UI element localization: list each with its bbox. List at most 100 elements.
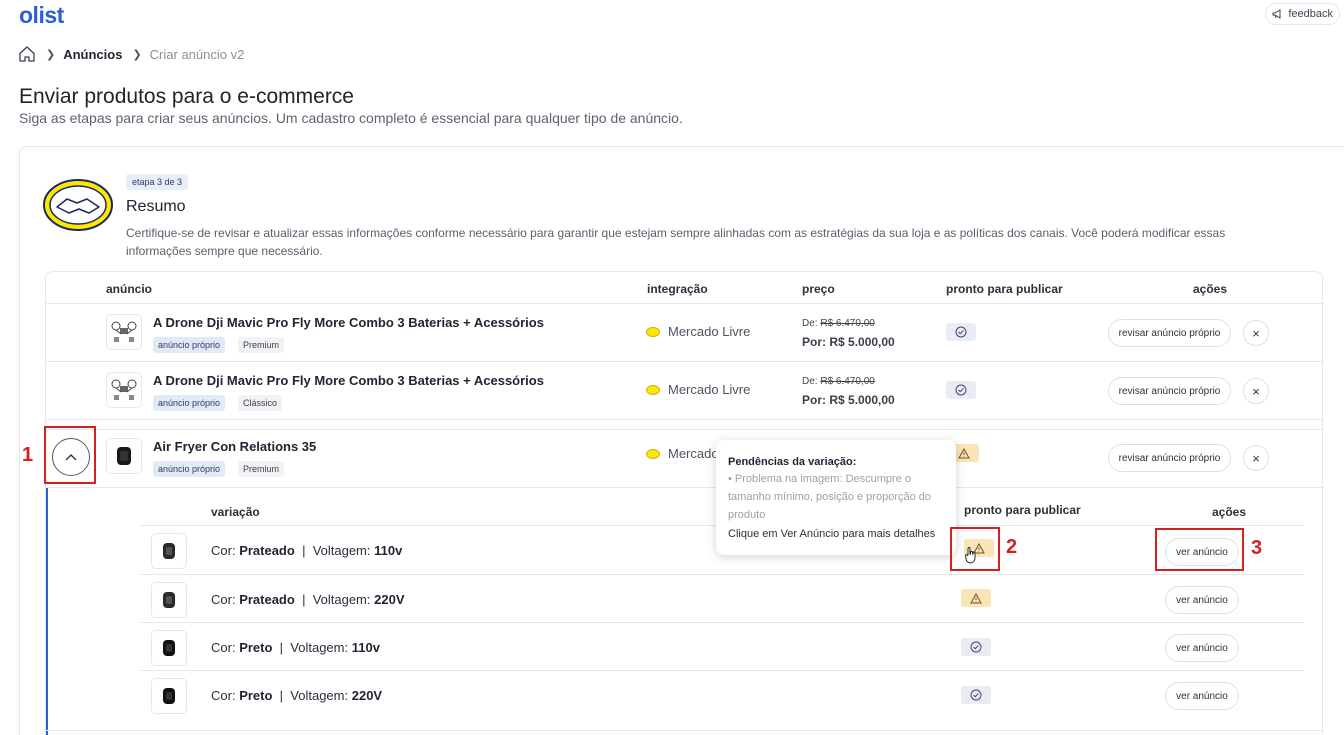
- price-current: Por: R$ 5.000,00: [802, 335, 895, 349]
- step-title: Resumo: [126, 198, 186, 215]
- variation-attributes: Cor: Prateado | Voltagem: 220V: [211, 592, 405, 607]
- air-fryer-icon: [117, 447, 131, 465]
- step-description: Certifique-se de revisar e atualizar ess…: [126, 226, 1226, 258]
- integration: Mercado Livre: [646, 382, 750, 397]
- annotation-number-3: 3: [1251, 537, 1263, 559]
- header-preco: preço: [802, 282, 835, 296]
- chevron-right-icon: ❯: [132, 48, 142, 61]
- header-var-pronto: pronto para publicar: [964, 503, 1081, 517]
- check-circle-icon: [955, 326, 967, 338]
- table-row: A Drone Dji Mavic Pro Fly More Combo 3 B…: [46, 362, 1324, 420]
- home-icon[interactable]: [18, 45, 36, 63]
- view-listing-button[interactable]: ver anúncio: [1165, 682, 1239, 710]
- mercado-livre-icon: [646, 448, 660, 459]
- view-listing-button[interactable]: ver anúncio: [1165, 634, 1239, 662]
- revise-listing-button[interactable]: revisar anúncio próprio: [1108, 377, 1231, 405]
- tag-listing-type: Premium: [238, 461, 285, 477]
- megaphone-icon: [1272, 9, 1281, 19]
- breadcrumb-criar-anuncio: Criar anúncio v2: [149, 46, 245, 62]
- header-var-acoes: ações: [1212, 505, 1247, 519]
- divider: [46, 730, 1324, 731]
- product-name: Air Fryer Con Relations 35: [153, 439, 317, 454]
- check-circle-icon: [970, 641, 982, 653]
- tag-anuncio-proprio: anúncio próprio: [153, 337, 226, 353]
- product-name: A Drone Dji Mavic Pro Fly More Combo 3 B…: [153, 315, 544, 330]
- drone-icon: [111, 379, 137, 400]
- variation-attributes: Cor: Preto | Voltagem: 220V: [211, 688, 383, 703]
- feedback-label: feedback: [1288, 8, 1333, 20]
- chevron-right-icon: ❯: [46, 48, 56, 61]
- tag-anuncio-proprio: anúncio próprio: [153, 395, 226, 411]
- remove-button[interactable]: ×: [1243, 445, 1269, 471]
- variation-thumbnail: [151, 630, 187, 666]
- variation-attributes: Cor: Preto | Voltagem: 110v: [211, 640, 380, 655]
- divider: [139, 574, 1304, 575]
- tag-listing-type: Premium: [238, 337, 285, 353]
- variation-status-pending[interactable]: [961, 589, 991, 607]
- mercado-livre-icon: [646, 326, 660, 337]
- mercado-livre-icon: [646, 384, 660, 395]
- price-original: De: R$ 6.470,00: [802, 376, 875, 387]
- variation-thumbnail: [151, 582, 187, 618]
- header-acoes: ações: [1193, 282, 1228, 296]
- divider: [46, 487, 1324, 488]
- drone-icon: [111, 321, 137, 342]
- table-row-expanded: Air Fryer Con Relations 35 anúncio própr…: [46, 430, 1324, 488]
- close-icon: ×: [1252, 383, 1260, 399]
- air-fryer-icon: [163, 688, 175, 704]
- header-anuncio: anúncio: [106, 282, 153, 296]
- air-fryer-icon: [163, 543, 175, 559]
- warning-icon: [958, 447, 970, 458]
- integration-name: Mercado Livre: [668, 382, 751, 397]
- tooltip-body: • Problema na imagem: Descumpre o tamanh…: [728, 473, 932, 521]
- listings-table: anúncio integração preço pronto para pub…: [45, 271, 1324, 735]
- header-pronto: pronto para publicar: [946, 282, 1063, 296]
- product-thumbnail: [106, 372, 142, 408]
- warning-icon: [970, 592, 982, 603]
- close-icon: ×: [1252, 450, 1260, 466]
- product-thumbnail: [106, 314, 142, 350]
- product-name: A Drone Dji Mavic Pro Fly More Combo 3 B…: [153, 373, 544, 388]
- tag-anuncio-proprio: anúncio próprio: [153, 461, 226, 477]
- check-circle-icon: [970, 689, 982, 701]
- view-listing-button[interactable]: ver anúncio: [1165, 586, 1239, 614]
- variation-status-ready: [961, 638, 991, 656]
- integration: Mercado Livre: [646, 324, 750, 339]
- header-integracao: integração: [647, 282, 708, 296]
- status-ready: [946, 323, 976, 341]
- annotation-box-3: [1155, 528, 1244, 571]
- price-current: Por: R$ 5.000,00: [802, 393, 895, 407]
- revise-listing-button[interactable]: revisar anúncio próprio: [1108, 444, 1231, 472]
- tag-listing-type: Clássico: [238, 395, 283, 411]
- mercado-livre-logo: [43, 179, 113, 231]
- product-thumbnail: [106, 438, 142, 474]
- check-circle-icon: [955, 384, 967, 396]
- step-badge: etapa 3 de 3: [126, 174, 189, 190]
- olist-logo[interactable]: olist: [19, 2, 64, 29]
- variation-thumbnail: [151, 678, 187, 714]
- price-original: De: R$ 6.470,00: [802, 318, 875, 329]
- integration-name: Mercado Livre: [668, 324, 751, 339]
- revise-listing-button[interactable]: revisar anúncio próprio: [1108, 319, 1231, 347]
- page-title: Enviar produtos para o e-commerce: [19, 85, 354, 108]
- annotation-number-1: 1: [22, 444, 34, 466]
- remove-button[interactable]: ×: [1243, 378, 1269, 404]
- divider: [46, 419, 1324, 420]
- header-variacao: variação: [211, 505, 260, 519]
- feedback-button[interactable]: feedback: [1265, 3, 1340, 25]
- variation-attributes: Cor: Prateado | Voltagem: 110v: [211, 543, 403, 558]
- breadcrumb-anuncios[interactable]: Anúncios: [63, 47, 122, 62]
- divider: [139, 670, 1304, 671]
- annotation-box-1: [44, 426, 96, 484]
- variation-issues-tooltip: Pendências da variação: • Problema na im…: [716, 440, 956, 555]
- breadcrumb: ❯ Anúncios ❯ Criar anúncio v2: [18, 44, 244, 64]
- variation-indicator: [46, 488, 48, 735]
- remove-button[interactable]: ×: [1243, 320, 1269, 346]
- tooltip-footer: Clique em Ver Anúncio para mais detalhes: [728, 528, 936, 540]
- air-fryer-icon: [163, 640, 175, 656]
- air-fryer-icon: [163, 592, 175, 608]
- summary-card: etapa 3 de 3 Resumo Certifique-se de rev…: [19, 146, 1344, 735]
- top-bar: olist feedback: [0, 0, 1344, 34]
- variation-thumbnail: [151, 533, 187, 569]
- status-ready: [946, 381, 976, 399]
